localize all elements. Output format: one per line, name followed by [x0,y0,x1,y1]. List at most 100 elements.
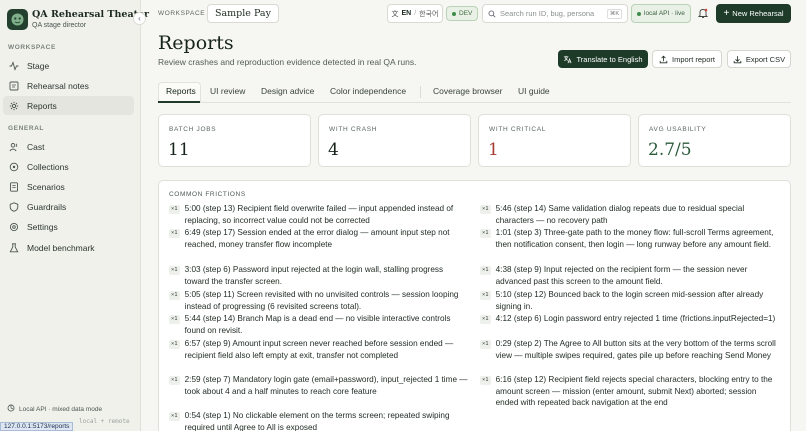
sidebar-item-collections[interactable]: Collections [3,157,134,176]
settings-icon [9,222,19,232]
friction-text: 2:59 (step 7) Mandatory login gate (emai… [184,375,468,396]
stat-value: 2.7/5 [648,140,692,160]
chevron-left-icon: ‹ [138,14,141,23]
friction-text: 6:57 (step 9) Amount input screen never … [184,339,454,360]
friction-item: ×1 5:46 (step 14) Same validation dialog … [480,203,780,226]
sidebar-item-stage[interactable]: Stage [3,56,134,75]
friction-text: 1:01 (step 3) Three-gate path to the mon… [495,228,774,249]
count-badge: ×1 [480,265,491,275]
sidebar-item-label: Guardrails [27,201,67,212]
translate-icon: 文 [391,10,399,18]
brand-name: QA Rehearsal Theater [32,9,150,20]
count-badge: ×1 [169,228,180,238]
sidebar-item-label: Cast [27,141,45,152]
import-report-button[interactable]: Import report [652,50,722,68]
count-badge: ×1 [169,375,180,385]
env-badge: DEV [446,6,479,21]
friction-text: 5:05 (step 11) Screen revisited with no … [184,290,459,311]
sidebar-item-label: Settings [27,221,58,232]
stat-label: BATCH JOBS [169,126,217,133]
lang-separator: / [414,10,417,17]
tab-design-advice[interactable]: Design advice [261,86,314,96]
sidebar-item-label: Scenarios [27,181,65,192]
sidebar-item-scenarios[interactable]: Scenarios [3,177,134,196]
shield-icon [9,201,19,212]
translate-button[interactable]: Translate to English [558,50,648,68]
count-badge: ×1 [169,314,180,324]
sidebar-item-label: Stage [27,60,50,71]
tab-reports[interactable]: Reports [166,86,196,96]
friction-item: ×1 0:54 (step 1) No clickable element on … [169,410,469,431]
count-badge: ×1 [169,265,180,275]
friction-item: ×1 5:10 (step 12) Bounced back to the log… [480,289,780,312]
search-shortcut: ⌘K [606,9,622,19]
stat-card-batch-jobs: BATCH JOBS 11 [158,114,311,167]
count-badge: ×1 [480,204,491,214]
tab-color-independence[interactable]: Color independence [330,86,406,96]
friction-text: 4:38 (step 9) Input rejected on the reci… [495,265,748,286]
count-badge: ×1 [480,290,491,300]
tab-coverage-browser[interactable]: Coverage browser [433,86,502,96]
common-frictions-panel: COMMON FRICTIONS ×1 5:00 (step 13) Recipi… [158,180,791,431]
stat-card-with-critical: WITH CRITICAL 1 [478,114,631,167]
stat-value: 4 [328,140,339,160]
sidebar-item-cast[interactable]: Cast [3,137,134,156]
new-rehearsal-button[interactable]: + New Rehearsal [716,4,791,23]
count-badge: ×1 [169,204,180,214]
search-input[interactable] [500,9,610,18]
count-badge: ×1 [169,339,180,349]
stat-label: AVG USABILITY [649,126,707,133]
notes-icon [9,81,19,91]
plus-icon: + [723,7,730,19]
scenario-icon [9,181,19,192]
stat-value: 11 [168,140,190,160]
workspace-selector[interactable]: Sample Pay [207,4,279,23]
sidebar-item-label: Collections [27,161,69,172]
sidebar-item-settings[interactable]: Settings [3,217,134,236]
page-title: Reports [158,32,234,54]
collapse-sidebar-button[interactable]: ‹ [133,12,146,25]
workspace-label: WORKSPACE [158,10,206,17]
sidebar-item-reports[interactable]: Reports [3,96,134,115]
sidebar-item-guardrails[interactable]: Guardrails [3,197,134,216]
lang-en[interactable]: EN [401,10,411,17]
tab-ui-guide[interactable]: UI guide [518,86,550,96]
report-tabs: Reports UI review Design advice Color in… [158,82,791,103]
page-subtitle: Review crashes and reproduction evidence… [158,57,417,67]
friction-item: ×1 6:49 (step 17) Session ended at the er… [169,227,469,250]
friction-text: 6:16 (step 12) Recipient field rejects s… [495,375,773,407]
language-toggle[interactable]: 文 EN / 한국어 [387,4,443,23]
bell-icon[interactable] [697,7,709,19]
active-tab-indicator [158,101,200,103]
translate-icon [564,55,572,63]
sidebar-item-label: Model benchmark [27,242,95,253]
count-badge: ×1 [480,339,491,349]
stat-label: WITH CRITICAL [489,126,547,133]
brand[interactable]: QA Rehearsal Theater QA stage director [7,7,149,31]
sidebar: QA Rehearsal Theater QA stage director W… [0,0,149,431]
friction-item: ×1 5:44 (step 14) Branch Map is a dead en… [169,313,469,336]
friction-text: 6:49 (step 17) Session ended at the erro… [184,228,450,249]
search-box[interactable]: ⌘K [482,4,628,23]
friction-text: 5:46 (step 14) Same validation dialog re… [495,204,745,225]
count-badge: ×1 [480,228,491,238]
sidebar-item-rehearsal-notes[interactable]: Rehearsal notes [3,76,134,95]
sidebar-item-model-benchmark[interactable]: Model benchmark [3,238,134,257]
workspace-section-label: WORKSPACE [8,44,56,51]
sidebar-item-label: Reports [27,100,57,111]
collection-icon [9,162,19,172]
friction-text: 4:12 (step 6) Login password entry rejec… [495,314,776,323]
data-source-text: local + remote [79,418,130,425]
brand-subtitle: QA stage director [32,22,87,29]
api-status-label: local API · live [644,10,685,17]
friction-item: ×1 0:29 (step 2) The Agree to All button … [480,338,780,361]
tab-ui-review[interactable]: UI review [210,86,245,96]
friction-item: ×1 5:05 (step 11) Screen revisited with n… [169,289,469,312]
export-csv-button[interactable]: Export CSV [727,50,791,68]
stat-card-with-crash: WITH CRASH 4 [318,114,471,167]
panel-title: COMMON FRICTIONS [169,191,246,198]
lang-ko[interactable]: 한국어 [419,9,438,19]
friction-item: ×1 6:16 (step 12) Recipient field rejects… [480,374,780,409]
count-badge: ×1 [480,314,491,324]
server-icon [7,404,15,414]
